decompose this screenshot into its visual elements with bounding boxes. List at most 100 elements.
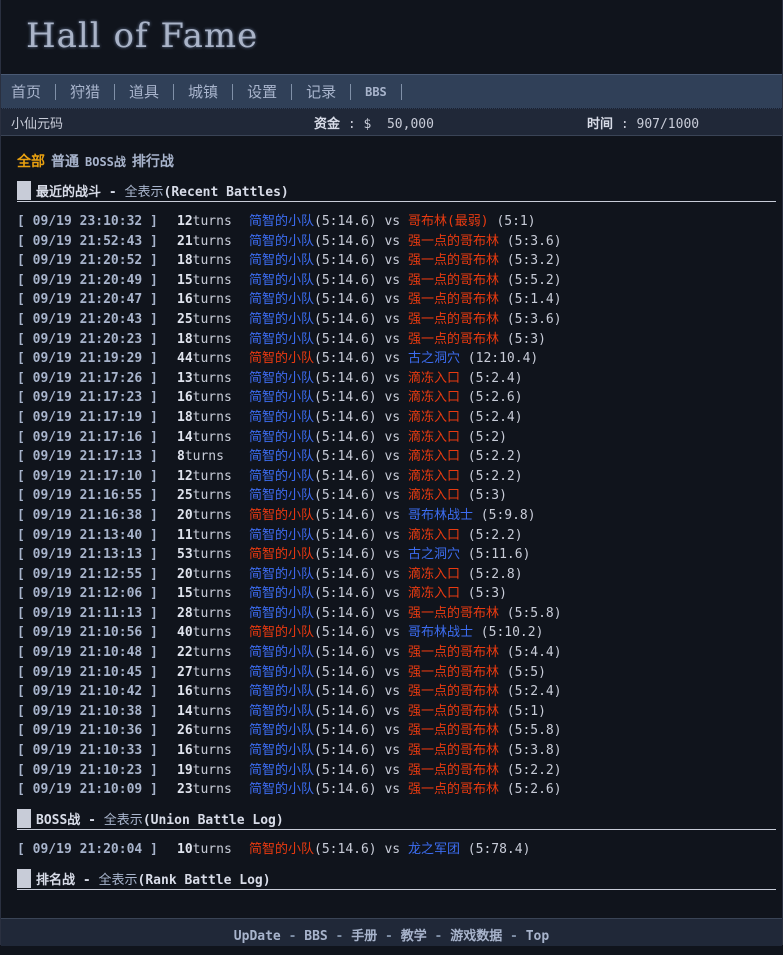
enemy-name[interactable]: 滴冻入口: [408, 528, 460, 543]
enemy-name[interactable]: 强一点的哥布林: [408, 273, 499, 288]
battle-row[interactable]: [ 09/19 21:11:13 ] 28turns 简智的小队(5:14.6) v…: [17, 604, 562, 624]
enemy-name[interactable]: 强一点的哥布林: [408, 782, 499, 797]
battle-row[interactable]: [ 09/19 21:10:42 ] 16turns 简智的小队(5:14.6) v…: [17, 682, 562, 702]
footer-game-data[interactable]: 游戏数据: [450, 929, 502, 944]
battle-row[interactable]: [ 09/19 21:17:23 ] 16turns 简智的小队(5:14.6) v…: [17, 388, 562, 408]
team-name[interactable]: 简智的小队: [249, 253, 314, 268]
team-name[interactable]: 简智的小队: [249, 625, 314, 640]
team-name[interactable]: 简智的小队: [249, 782, 314, 797]
enemy-name[interactable]: 强一点的哥布林: [408, 763, 499, 778]
team-name[interactable]: 简智的小队: [249, 292, 314, 307]
team-name[interactable]: 简智的小队: [249, 430, 314, 445]
team-name[interactable]: 简智的小队: [249, 371, 314, 386]
team-name[interactable]: 简智的小队: [249, 684, 314, 699]
team-name[interactable]: 简智的小队: [249, 214, 314, 229]
battle-row[interactable]: [ 09/19 21:20:52 ] 18turns 简智的小队(5:14.6) v…: [17, 251, 562, 271]
battle-row[interactable]: [ 09/19 21:20:04 ] 10turns 简智的小队(5:14.6) v…: [17, 840, 530, 860]
footer-bbs[interactable]: BBS: [304, 929, 327, 944]
battle-row[interactable]: [ 09/19 21:20:43 ] 25turns 简智的小队(5:14.6) v…: [17, 310, 562, 330]
team-name[interactable]: 简智的小队: [249, 332, 314, 347]
battle-row[interactable]: [ 09/19 21:52:43 ] 21turns 简智的小队(5:14.6) v…: [17, 232, 562, 252]
battle-row[interactable]: [ 09/19 21:10:48 ] 22turns 简智的小队(5:14.6) v…: [17, 643, 562, 663]
team-name[interactable]: 简智的小队: [249, 351, 314, 366]
enemy-name[interactable]: 强一点的哥布林: [408, 665, 499, 680]
enemy-name[interactable]: 哥布林战士: [408, 625, 473, 640]
battle-row[interactable]: [ 09/19 21:13:40 ] 11turns 简智的小队(5:14.6) v…: [17, 526, 562, 546]
footer-top[interactable]: Top: [526, 929, 549, 944]
enemy-name[interactable]: 滴冻入口: [408, 390, 460, 405]
team-name[interactable]: 简智的小队: [249, 547, 314, 562]
footer-update[interactable]: UpDate: [234, 929, 281, 944]
nav-items[interactable]: 道具: [129, 83, 175, 100]
battle-row[interactable]: [ 09/19 21:10:56 ] 40turns 简智的小队(5:14.6) v…: [17, 623, 562, 643]
show-all-link[interactable]: 全表示: [125, 185, 164, 200]
enemy-name[interactable]: 滴冻入口: [408, 410, 460, 425]
enemy-name[interactable]: 滴冻入口: [408, 567, 460, 582]
battle-row[interactable]: [ 09/19 21:16:55 ] 25turns 简智的小队(5:14.6) v…: [17, 486, 562, 506]
team-name[interactable]: 简智的小队: [249, 528, 314, 543]
nav-settings[interactable]: 设置: [247, 83, 293, 100]
battle-row[interactable]: [ 09/19 21:20:47 ] 16turns 简智的小队(5:14.6) v…: [17, 290, 562, 310]
battle-row[interactable]: [ 09/19 21:16:38 ] 20turns 简智的小队(5:14.6) v…: [17, 506, 562, 526]
enemy-name[interactable]: 哥布林战士: [408, 508, 473, 523]
team-name[interactable]: 简智的小队: [249, 567, 314, 582]
battle-row[interactable]: [ 09/19 21:17:10 ] 12turns 简智的小队(5:14.6) v…: [17, 467, 562, 487]
enemy-name[interactable]: 强一点的哥布林: [408, 645, 499, 660]
team-name[interactable]: 简智的小队: [249, 508, 314, 523]
team-name[interactable]: 简智的小队: [249, 273, 314, 288]
battle-row[interactable]: [ 09/19 23:10:32 ] 12turns 简智的小队(5:14.6) v…: [17, 212, 562, 232]
battle-row[interactable]: [ 09/19 21:17:26 ] 13turns 简智的小队(5:14.6) v…: [17, 369, 562, 389]
battle-row[interactable]: [ 09/19 21:17:13 ] 8turns 简智的小队(5:14.6) vs…: [17, 447, 562, 467]
enemy-name[interactable]: 强一点的哥布林: [408, 253, 499, 268]
enemy-name[interactable]: 强一点的哥布林: [408, 234, 499, 249]
team-name[interactable]: 简智的小队: [249, 704, 314, 719]
show-all-link[interactable]: 全表示: [99, 873, 138, 888]
battle-row[interactable]: [ 09/19 21:10:33 ] 16turns 简智的小队(5:14.6) v…: [17, 741, 562, 761]
filter-rank[interactable]: 排行战: [132, 154, 174, 170]
team-name[interactable]: 简智的小队: [249, 723, 314, 738]
show-all-link[interactable]: 全表示: [104, 813, 143, 828]
enemy-name[interactable]: 滴冻入口: [408, 430, 460, 445]
battle-row[interactable]: [ 09/19 21:12:06 ] 15turns 简智的小队(5:14.6) v…: [17, 584, 562, 604]
filter-boss[interactable]: BOSS战: [85, 155, 126, 169]
team-name[interactable]: 简智的小队: [249, 763, 314, 778]
team-name[interactable]: 简智的小队: [249, 586, 314, 601]
enemy-name[interactable]: 哥布林(最弱): [408, 214, 489, 229]
team-name[interactable]: 简智的小队: [249, 390, 314, 405]
enemy-name[interactable]: 强一点的哥布林: [408, 312, 499, 327]
battle-row[interactable]: [ 09/19 21:10:09 ] 23turns 简智的小队(5:14.6) v…: [17, 780, 562, 800]
enemy-name[interactable]: 古之洞穴: [408, 351, 460, 366]
team-name[interactable]: 简智的小队: [249, 606, 314, 621]
enemy-name[interactable]: 强一点的哥布林: [408, 332, 499, 347]
enemy-name[interactable]: 强一点的哥布林: [408, 723, 499, 738]
nav-home[interactable]: 首页: [11, 83, 57, 100]
team-name[interactable]: 简智的小队: [249, 410, 314, 425]
team-name[interactable]: 简智的小队: [249, 645, 314, 660]
enemy-name[interactable]: 滴冻入口: [408, 586, 460, 601]
battle-row[interactable]: [ 09/19 21:17:16 ] 14turns 简智的小队(5:14.6) v…: [17, 428, 562, 448]
team-name[interactable]: 简智的小队: [249, 743, 314, 758]
nav-bbs[interactable]: BBS: [365, 83, 402, 100]
enemy-name[interactable]: 滴冻入口: [408, 488, 460, 503]
enemy-name[interactable]: 滴冻入口: [408, 371, 460, 386]
enemy-name[interactable]: 强一点的哥布林: [408, 704, 499, 719]
enemy-name[interactable]: 强一点的哥布林: [408, 743, 499, 758]
team-name[interactable]: 简智的小队: [249, 312, 314, 327]
team-name[interactable]: 简智的小队: [249, 488, 314, 503]
enemy-name[interactable]: 滴冻入口: [408, 449, 460, 464]
team-name[interactable]: 简智的小队: [249, 234, 314, 249]
battle-row[interactable]: [ 09/19 21:19:29 ] 44turns 简智的小队(5:14.6) v…: [17, 349, 562, 369]
battle-row[interactable]: [ 09/19 21:20:49 ] 15turns 简智的小队(5:14.6) v…: [17, 271, 562, 291]
battle-row[interactable]: [ 09/19 21:13:13 ] 53turns 简智的小队(5:14.6) v…: [17, 545, 562, 565]
filter-normal[interactable]: 普通: [51, 154, 79, 170]
battle-row[interactable]: [ 09/19 21:12:55 ] 20turns 简智的小队(5:14.6) v…: [17, 565, 562, 585]
enemy-name[interactable]: 龙之军团: [408, 842, 460, 857]
footer-tutorial[interactable]: 教学: [401, 929, 427, 944]
footer-manual[interactable]: 手册: [351, 929, 377, 944]
team-name[interactable]: 简智的小队: [249, 842, 314, 857]
battle-row[interactable]: [ 09/19 21:10:23 ] 19turns 简智的小队(5:14.6) v…: [17, 761, 562, 781]
enemy-name[interactable]: 强一点的哥布林: [408, 606, 499, 621]
team-name[interactable]: 简智的小队: [249, 469, 314, 484]
battle-row[interactable]: [ 09/19 21:10:38 ] 14turns 简智的小队(5:14.6) v…: [17, 702, 562, 722]
battle-row[interactable]: [ 09/19 21:10:36 ] 26turns 简智的小队(5:14.6) v…: [17, 721, 562, 741]
